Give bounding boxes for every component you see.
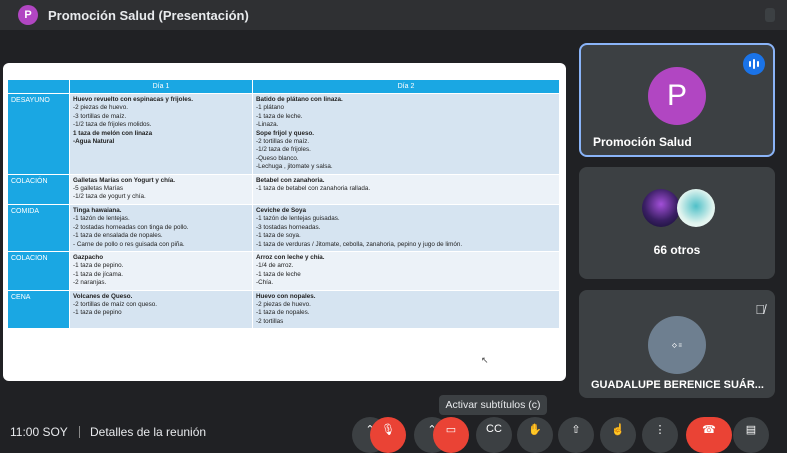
captions-tooltip: Activar subtítulos (c): [439, 395, 547, 415]
meal-cell-day1: Tinga hawaiana. -1 tazón de lentejas. -2 t…: [69, 203, 253, 252]
ingredient-line: -2 piezas de huevo.: [255, 300, 311, 308]
meal-cell-day1: Galletas Marías con Yogurt y chía. -5 gal…: [69, 173, 253, 205]
participant-thumbnail: [677, 189, 715, 227]
ingredient-line: -1 taza de ensalada de nopales.: [73, 232, 163, 240]
ingredient-line: -1 taza de verduras / Jitomate, cebolla,…: [255, 240, 463, 248]
table-header-day1: Día 1: [69, 79, 253, 94]
meal-cell-day2: Ceviche de Soya -1 tazón de lentejas guis…: [251, 203, 561, 252]
dish-title: Volcanes de Queso.: [73, 292, 133, 300]
participant-tile[interactable]: ◇ ≡ 🎙̸ GUADALUPE BERENICE SUÁR...: [579, 290, 775, 398]
ingredient-line: -Linaza.: [255, 121, 279, 129]
meal-label: COMIDA: [7, 203, 70, 252]
shared-presentation-slide: Día 1 Día 2 DESAYUNO Huevo revuelto con e…: [3, 63, 566, 381]
ingredient-line: -2 tortillas de maíz con queso.: [73, 300, 157, 308]
ingredient-line: -1/2 taza de frijoles.: [255, 146, 311, 154]
participant-name: GUADALUPE BERENICE SUÁR...: [591, 379, 764, 391]
speaking-indicator-icon: [743, 53, 765, 75]
dish-title: Betabel con zanahoria.: [255, 176, 325, 184]
table-row: DESAYUNO Huevo revuelto con espinacas y f…: [7, 93, 561, 175]
others-count: 66 otros: [653, 243, 701, 257]
ingredient-line: -2 piezas de huevo.: [73, 104, 128, 112]
chat-button[interactable]: ▤: [733, 417, 769, 453]
captions-button[interactable]: CC: [476, 417, 512, 453]
meeting-title-bar: P Promoción Salud (Presentación): [0, 0, 787, 30]
ingredient-line: -5 galletas Marías: [73, 185, 124, 193]
ingredient-line: -1 taza de soya.: [255, 232, 301, 240]
dish-title: 1 taza de melón con linaza: [73, 129, 153, 137]
present-button[interactable]: ⇧: [558, 417, 594, 453]
dish-title: Sope frijol y queso.: [255, 129, 315, 137]
participant-thumbnail: [642, 189, 680, 227]
ingredient-line: -Chía.: [255, 279, 274, 287]
ingredient-line: -1/4 de arroz.: [255, 262, 294, 270]
ingredient-line: -Lechuga , jitomate y salsa.: [255, 163, 333, 171]
window-control-icon[interactable]: [765, 8, 775, 22]
meal-label: CENA: [7, 289, 70, 330]
ingredient-line: -1/2 taza de yogurt y chía.: [73, 193, 146, 201]
reactions-button[interactable]: ☝: [600, 417, 636, 453]
meal-cell-day1: Huevo revuelto con espinacas y frijoles.…: [69, 93, 253, 175]
meal-plan-table: Día 1 Día 2 DESAYUNO Huevo revuelto con e…: [7, 79, 561, 330]
ingredient-line: -3 tortillas de maíz.: [73, 112, 127, 120]
ingredient-line: -2 tortillas: [255, 317, 284, 325]
meal-label: COLACION: [7, 250, 70, 291]
ingredient-line: - Carne de pollo o res guisada con piña.: [73, 240, 185, 248]
mic-off-icon: 🎙̸: [755, 302, 765, 317]
dish-title: Galletas Marías con Yogurt y chía.: [73, 176, 175, 184]
dish-title: Tinga hawaiana.: [73, 206, 122, 214]
table-header-day2: Día 2: [251, 79, 561, 94]
dish-title: Arroz con leche y chía.: [255, 253, 325, 261]
meal-label: COLACIÓN: [7, 173, 70, 205]
meal-cell-day1: Gazpacho -1 taza de pepino. -1 taza de jíc…: [69, 250, 253, 291]
presenter-name: Promoción Salud: [593, 135, 692, 149]
dish-title: Huevo revuelto con espinacas y frijoles.: [73, 96, 194, 103]
dish-title: -Agua Natural: [73, 138, 115, 146]
raise-hand-button[interactable]: ✋: [517, 417, 553, 453]
ingredient-line: -1 tazón de lentejas.: [73, 215, 130, 223]
ingredient-line: -1 taza de leche: [255, 270, 301, 278]
ingredient-line: -1 taza de leche.: [255, 112, 303, 120]
mic-off-button[interactable]: 🎙: [370, 417, 406, 453]
ingredient-line: -1/2 taza de frijoles molidos.: [73, 121, 152, 129]
table-row: COMIDA Tinga hawaiana. -1 tazón de lenteja…: [7, 203, 561, 252]
dish-title: Batido de plátano con linaza.: [255, 96, 343, 103]
table-header-empty: [7, 79, 70, 94]
ingredient-line: -1 plátano: [255, 104, 284, 112]
meal-cell-day1: Volcanes de Queso. -2 tortillas de maíz c…: [69, 289, 253, 330]
divider: [79, 426, 80, 438]
ingredient-line: -2 tortillas de maíz.: [255, 138, 310, 146]
ingredient-line: -1 taza de pepino: [73, 309, 122, 317]
meal-cell-day2: Arroz con leche y chía. -1/4 de arroz. -1 …: [251, 250, 561, 291]
presenter-avatar-small: P: [18, 5, 38, 25]
ingredient-line: -2 tostadas horneadas con tinga de pollo…: [73, 223, 189, 231]
ingredient-line: -1 taza de nopales.: [255, 309, 310, 317]
table-row: CENA Volcanes de Queso. -2 tortillas de ma…: [7, 289, 561, 330]
meal-label: DESAYUNO: [7, 93, 70, 175]
ingredient-line: -1 taza de betabel con zanahoria rallada…: [255, 185, 371, 193]
dish-title: Ceviche de Soya: [255, 206, 307, 214]
meal-cell-day2: Betabel con zanahoria. -1 taza de betabel…: [251, 173, 561, 205]
dish-title: Huevo con nopales.: [255, 292, 316, 300]
ingredient-line: -3 tostadas horneadas.: [255, 223, 321, 231]
participant-logo-avatar: ◇ ≡: [648, 316, 706, 374]
presentation-title: Promoción Salud (Presentación): [48, 7, 249, 23]
table-row: COLACION Gazpacho -1 taza de pepino. -1 taz…: [7, 250, 561, 291]
presenter-tile[interactable]: P Promoción Salud: [579, 43, 775, 157]
ingredient-line: -Queso blanco.: [255, 154, 299, 162]
table-row: COLACIÓN Galletas Marías con Yogurt y chí…: [7, 173, 561, 205]
ingredient-line: -2 naranjas.: [73, 279, 107, 287]
end-call-button[interactable]: ☎: [686, 417, 732, 453]
more-options-button[interactable]: ⋮: [642, 417, 678, 453]
others-tile[interactable]: 66 otros: [579, 167, 775, 279]
ingredient-line: -1 taza de pepino.: [73, 262, 124, 270]
dish-title: Gazpacho: [73, 253, 104, 261]
ingredient-line: -1 taza de jícama.: [73, 270, 124, 278]
meal-cell-day2: Huevo con nopales. -2 piezas de huevo. -1 …: [251, 289, 561, 330]
ingredient-line: -1 tazón de lentejas guisadas.: [255, 215, 340, 223]
camera-off-button[interactable]: ▭: [433, 417, 469, 453]
mouse-cursor-icon: ↖: [481, 355, 489, 365]
presenter-avatar: P: [648, 67, 706, 125]
meal-cell-day2: Batido de plátano con linaza. -1 plátano -…: [251, 93, 561, 175]
